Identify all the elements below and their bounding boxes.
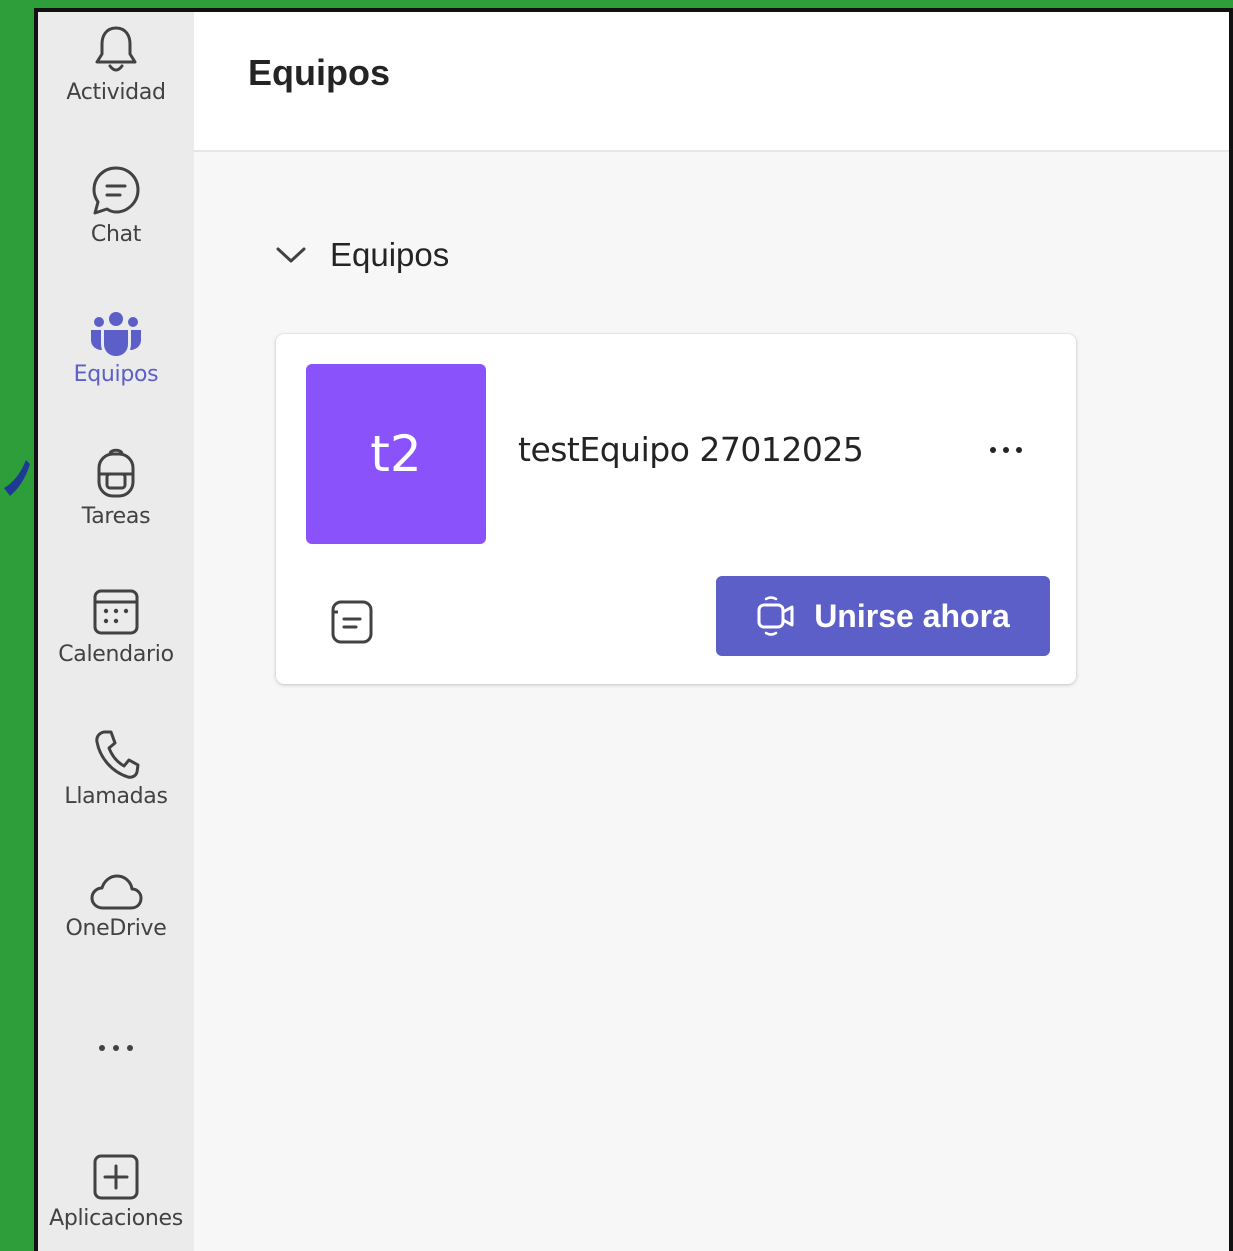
join-now-button[interactable]: Unirse ahora: [716, 576, 1050, 656]
join-now-label: Unirse ahora: [814, 597, 1010, 634]
more-options-icon: [990, 447, 1022, 453]
posts-icon: [331, 600, 373, 644]
rail-item-calendario[interactable]: Calendario: [38, 586, 194, 667]
rail-more-button[interactable]: [38, 1038, 194, 1058]
teams-section-toggle[interactable]: Equipos: [274, 236, 449, 274]
calendar-icon: [93, 589, 139, 635]
rail-label-actividad: Actividad: [66, 80, 166, 105]
rail-item-llamadas[interactable]: Llamadas: [38, 726, 194, 809]
video-camera-icon: [757, 596, 794, 636]
team-card[interactable]: t2 testEquipo 27012025 Unirse ahora: [276, 334, 1076, 684]
app-rail: Actividad Chat Equipos Tareas Calendario…: [38, 12, 194, 1251]
rail-item-tareas[interactable]: Tareas: [38, 444, 194, 529]
chevron-down-icon: [276, 247, 306, 263]
page-header: Equipos: [194, 12, 1229, 152]
chat-icon: [92, 166, 140, 215]
backpack-icon: [97, 448, 135, 498]
add-apps-icon: [93, 1154, 139, 1200]
team-name[interactable]: testEquipo 27012025: [518, 430, 864, 469]
rail-item-chat[interactable]: Chat: [38, 164, 194, 247]
rail-label-tareas: Tareas: [81, 504, 151, 529]
rail-label-calendario: Calendario: [58, 642, 174, 667]
team-posts-button[interactable]: [326, 596, 376, 646]
team-more-options-button[interactable]: [982, 430, 1030, 470]
rail-label-equipos: Equipos: [73, 362, 159, 387]
teams-window: Actividad Chat Equipos Tareas Calendario…: [34, 8, 1233, 1251]
teams-icon: [91, 312, 141, 356]
bell-icon: [95, 26, 137, 72]
page-title: Equipos: [248, 52, 390, 93]
team-avatar: t2: [306, 364, 486, 544]
rail-label-onedrive: OneDrive: [65, 916, 167, 941]
rail-label-llamadas: Llamadas: [64, 784, 168, 809]
rail-item-onedrive[interactable]: OneDrive: [38, 872, 194, 941]
teams-content: Equipos t2 testEquipo 27012025 Unirse ah…: [194, 152, 1229, 1251]
phone-icon: [95, 730, 140, 779]
rail-label-chat: Chat: [90, 222, 142, 247]
cloud-icon: [90, 874, 143, 910]
rail-label-aplicaciones: Aplicaciones: [49, 1206, 183, 1231]
rail-item-equipos[interactable]: Equipos: [38, 310, 194, 387]
section-label: Equipos: [330, 236, 450, 273]
main-pane: Equipos Equipos t2 testEquipo 27012025 U…: [194, 12, 1229, 1251]
more-horizontal-icon: [99, 1045, 133, 1051]
rail-item-aplicaciones[interactable]: Aplicaciones: [38, 1152, 194, 1231]
rail-item-actividad[interactable]: Actividad: [38, 22, 194, 105]
